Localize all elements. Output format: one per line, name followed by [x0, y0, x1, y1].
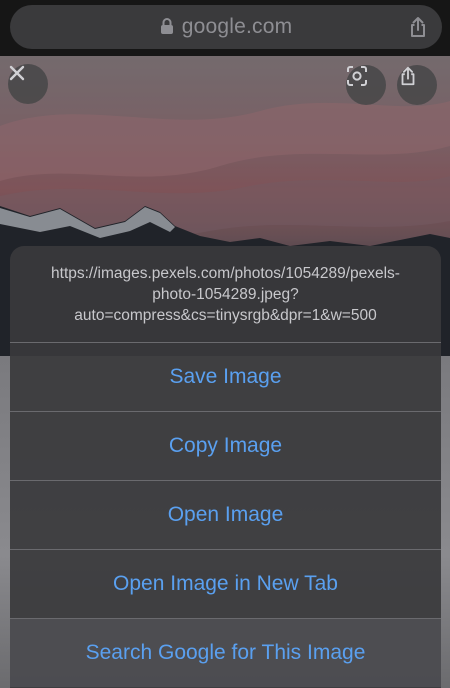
- browser-top-bar: google.com: [0, 0, 450, 56]
- save-image-button[interactable]: Save Image: [10, 343, 441, 412]
- share-icon[interactable]: [406, 15, 430, 39]
- open-image-new-tab-button[interactable]: Open Image in New Tab: [10, 550, 441, 619]
- open-image-button[interactable]: Open Image: [10, 481, 441, 550]
- share-button[interactable]: [397, 65, 437, 105]
- lens-button[interactable]: [346, 65, 386, 105]
- search-google-image-button[interactable]: Search Google for This Image: [10, 619, 441, 687]
- image-url-header: https://images.pexels.com/photos/1054289…: [10, 246, 441, 343]
- lock-icon: [160, 18, 173, 34]
- lens-icon: [347, 66, 367, 86]
- url-line: https://images.pexels.com/photos/1054289…: [51, 264, 400, 282]
- context-menu-sheet: https://images.pexels.com/photos/1054289…: [10, 246, 441, 688]
- close-icon: [9, 65, 25, 81]
- url-text: google.com: [181, 15, 293, 38]
- share-icon: [401, 66, 415, 86]
- url-line: photo-1054289.jpeg?: [152, 285, 299, 303]
- url-line: auto=compress&cs=tinysrgb&dpr=1&w=500: [74, 306, 377, 324]
- address-bar[interactable]: google.com: [10, 5, 442, 49]
- copy-image-button[interactable]: Copy Image: [10, 412, 441, 481]
- address-content: google.com: [10, 5, 442, 49]
- close-button[interactable]: [8, 64, 48, 104]
